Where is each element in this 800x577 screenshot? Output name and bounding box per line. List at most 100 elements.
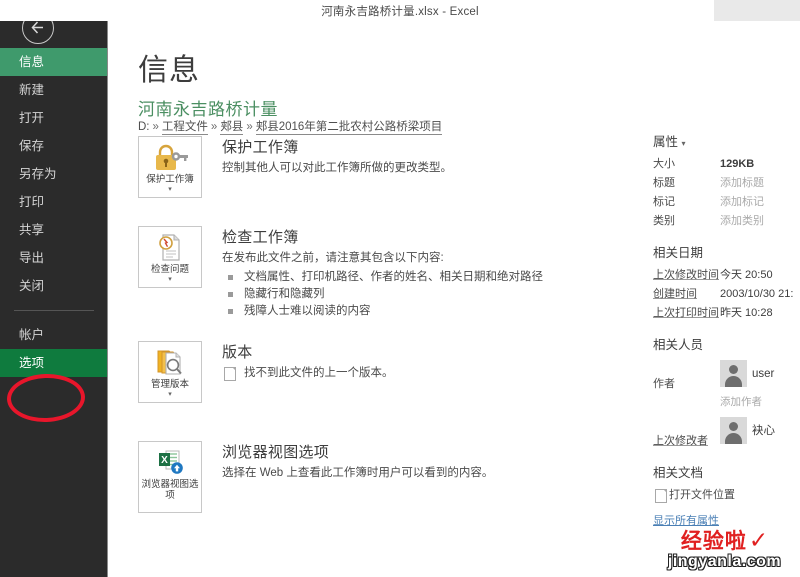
people-group: 相关人员 作者 user 添加作者 上次修改者 袂心 <box>653 334 800 448</box>
title-bar: 河南永吉路桥计量.xlsx - Excel <box>0 0 800 21</box>
property-value: 129KB <box>720 158 755 170</box>
sidebar-item-account[interactable]: 帐户 <box>0 321 108 349</box>
page-title: 信息 <box>138 54 200 87</box>
modifier-person[interactable]: 袂心 <box>720 417 775 444</box>
author-row: 作者 user <box>653 360 800 391</box>
sidebar-item-options[interactable]: 选项 <box>0 349 108 377</box>
inspect-issue-list: 文档属性、打印机路径、作者的姓名、相关日期和绝对路径 隐藏行和隐藏列 残障人士难… <box>222 269 622 320</box>
document-name: 河南永吉路桥计量 <box>138 100 278 119</box>
chevron-down-icon[interactable]: ▾ <box>139 391 201 399</box>
date-row-printed: 上次打印时间 昨天 10:28 <box>653 306 800 320</box>
property-value[interactable]: 添加标记 <box>720 195 764 209</box>
date-key: 创建时间 <box>653 288 697 300</box>
sidebar-item-save-as[interactable]: 另存为 <box>0 160 108 188</box>
inspect-document-icon <box>139 233 201 263</box>
chevron-down-icon[interactable]: ▾ <box>682 139 686 148</box>
property-key: 类别 <box>653 215 675 227</box>
date-row-created: 创建时间 2003/10/30 21: <box>653 287 800 301</box>
open-file-location-link[interactable]: 打开文件位置 <box>653 488 800 503</box>
date-value: 昨天 10:28 <box>720 307 773 319</box>
breadcrumb-separator: » <box>152 121 159 133</box>
sidebar-item-label: 保存 <box>19 139 45 153</box>
manage-versions-button[interactable]: 管理版本 ▾ <box>138 341 202 403</box>
avatar-head <box>729 365 738 374</box>
author-person[interactable]: user <box>720 360 774 387</box>
properties-title[interactable]: 属性 ▾ <box>653 131 800 150</box>
sidebar-item-label: 新建 <box>19 83 45 97</box>
check-for-issues-button[interactable]: 检查问题 ▾ <box>138 226 202 288</box>
manage-versions-icon <box>139 348 201 378</box>
protect-workbook-body: 保护工作簿 控制其他人可以对此工作簿所做的更改类型。 <box>222 136 622 176</box>
breadcrumb[interactable]: D:» 工程文件» 郏县» 郏县2016年第二批农村公路桥梁项目 <box>138 118 443 135</box>
chevron-down-icon[interactable]: ▾ <box>139 186 201 194</box>
property-row-size: 大小 129KB <box>653 157 800 171</box>
document-icon <box>655 489 667 503</box>
breadcrumb-separator: » <box>210 121 218 133</box>
avatar-body <box>725 433 742 444</box>
svg-text:X: X <box>161 455 168 466</box>
avatar-body <box>725 376 742 387</box>
properties-group: 属性 ▾ 大小 129KB 标题 添加标题 标记 添加标记 类别 添加类别 <box>653 131 800 228</box>
section-description: 选择在 Web 上查看此工作簿时用户可以看到的内容。 <box>222 467 494 479</box>
property-key: 标记 <box>653 196 675 208</box>
list-item: 隐藏行和隐藏列 <box>222 286 622 303</box>
property-key: 标题 <box>653 177 675 189</box>
section-heading: 版本 <box>222 344 253 361</box>
sidebar-item-close[interactable]: 关闭 <box>0 272 108 300</box>
author-key: 作者 <box>653 378 675 390</box>
lock-key-icon <box>139 143 201 173</box>
last-modified-by-row: 上次修改者 袂心 <box>653 417 800 448</box>
sidebar-item-label: 共享 <box>19 223 45 237</box>
sidebar-item-share[interactable]: 共享 <box>0 216 108 244</box>
check-for-issues-label: 检查问题 <box>150 264 189 275</box>
list-item: 文档属性、打印机路径、作者的姓名、相关日期和绝对路径 <box>222 269 622 286</box>
sidebar-item-open[interactable]: 打开 <box>0 104 108 132</box>
list-item: 残障人士难以阅读的内容 <box>222 303 622 320</box>
show-all-properties-link[interactable]: 显示所有属性 <box>653 512 800 528</box>
modifier-key: 上次修改者 <box>653 435 708 447</box>
sidebar-item-label: 另存为 <box>19 167 57 181</box>
versions-body: 版本 找不到此文件的上一个版本。 <box>222 341 622 381</box>
version-note: 找不到此文件的上一个版本。 <box>244 367 394 379</box>
author-name: user <box>752 368 775 380</box>
property-value[interactable]: 添加标题 <box>720 176 764 190</box>
breadcrumb-segment-3[interactable]: 郏县2016年第二批农村公路桥梁项目 <box>255 121 443 135</box>
sidebar-item-label: 打开 <box>19 111 45 125</box>
chevron-down-icon[interactable]: ▾ <box>139 276 201 284</box>
section-heading: 保护工作簿 <box>222 139 299 156</box>
open-file-location-label: 打开文件位置 <box>669 489 735 501</box>
add-author-link[interactable]: 添加作者 <box>720 394 800 409</box>
browser-view-options-button[interactable]: X 浏览器视图选项 <box>138 441 202 513</box>
section-description: 控制其他人可以对此工作簿所做的更改类型。 <box>222 162 452 174</box>
people-title: 相关人员 <box>653 338 704 352</box>
sidebar-item-export[interactable]: 导出 <box>0 244 108 272</box>
backstage-content: 信息 河南永吉路桥计量 D:» 工程文件» 郏县» 郏县2016年第二批农村公路桥梁项… <box>108 21 800 577</box>
sidebar-item-label: 选项 <box>19 356 45 370</box>
sidebar-item-print[interactable]: 打印 <box>0 188 108 216</box>
date-key: 上次修改时间 <box>653 269 719 281</box>
sidebar-item-label: 信息 <box>19 55 45 69</box>
protect-workbook-button[interactable]: 保护工作簿 ▾ <box>138 136 202 198</box>
sidebar-item-info[interactable]: 信息 <box>0 48 108 76</box>
date-value: 2003/10/30 21: <box>720 288 794 300</box>
properties-pane: 属性 ▾ 大小 129KB 标题 添加标题 标记 添加标记 类别 添加类别 相关… <box>653 131 800 542</box>
date-value: 今天 20:50 <box>720 269 773 281</box>
browser-view-icon: X <box>139 448 201 478</box>
sidebar-item-save[interactable]: 保存 <box>0 132 108 160</box>
version-note-row: 找不到此文件的上一个版本。 <box>222 366 622 381</box>
backstage-sidebar: 信息 新建 打开 保存 另存为 打印 共享 导出 关闭 帐户 选项 <box>0 0 108 577</box>
section-description: 在发布此文件之前，请注意其包含以下内容: <box>222 252 444 264</box>
breadcrumb-segment-1[interactable]: 工程文件 <box>161 121 208 135</box>
protect-workbook-label: 保护工作簿 <box>146 174 194 185</box>
property-value[interactable]: 添加类别 <box>720 214 764 228</box>
inspect-workbook-body: 检查工作簿 在发布此文件之前，请注意其包含以下内容: 文档属性、打印机路径、作者… <box>222 226 622 320</box>
date-key: 上次打印时间 <box>653 307 719 319</box>
sidebar-item-new[interactable]: 新建 <box>0 76 108 104</box>
documents-group: 相关文档 打开文件位置 显示所有属性 <box>653 462 800 528</box>
avatar-head <box>729 422 738 431</box>
browser-view-options-label: 浏览器视图选项 <box>141 479 199 501</box>
document-icon <box>224 367 236 381</box>
breadcrumb-segment-2[interactable]: 郏县 <box>220 121 244 135</box>
